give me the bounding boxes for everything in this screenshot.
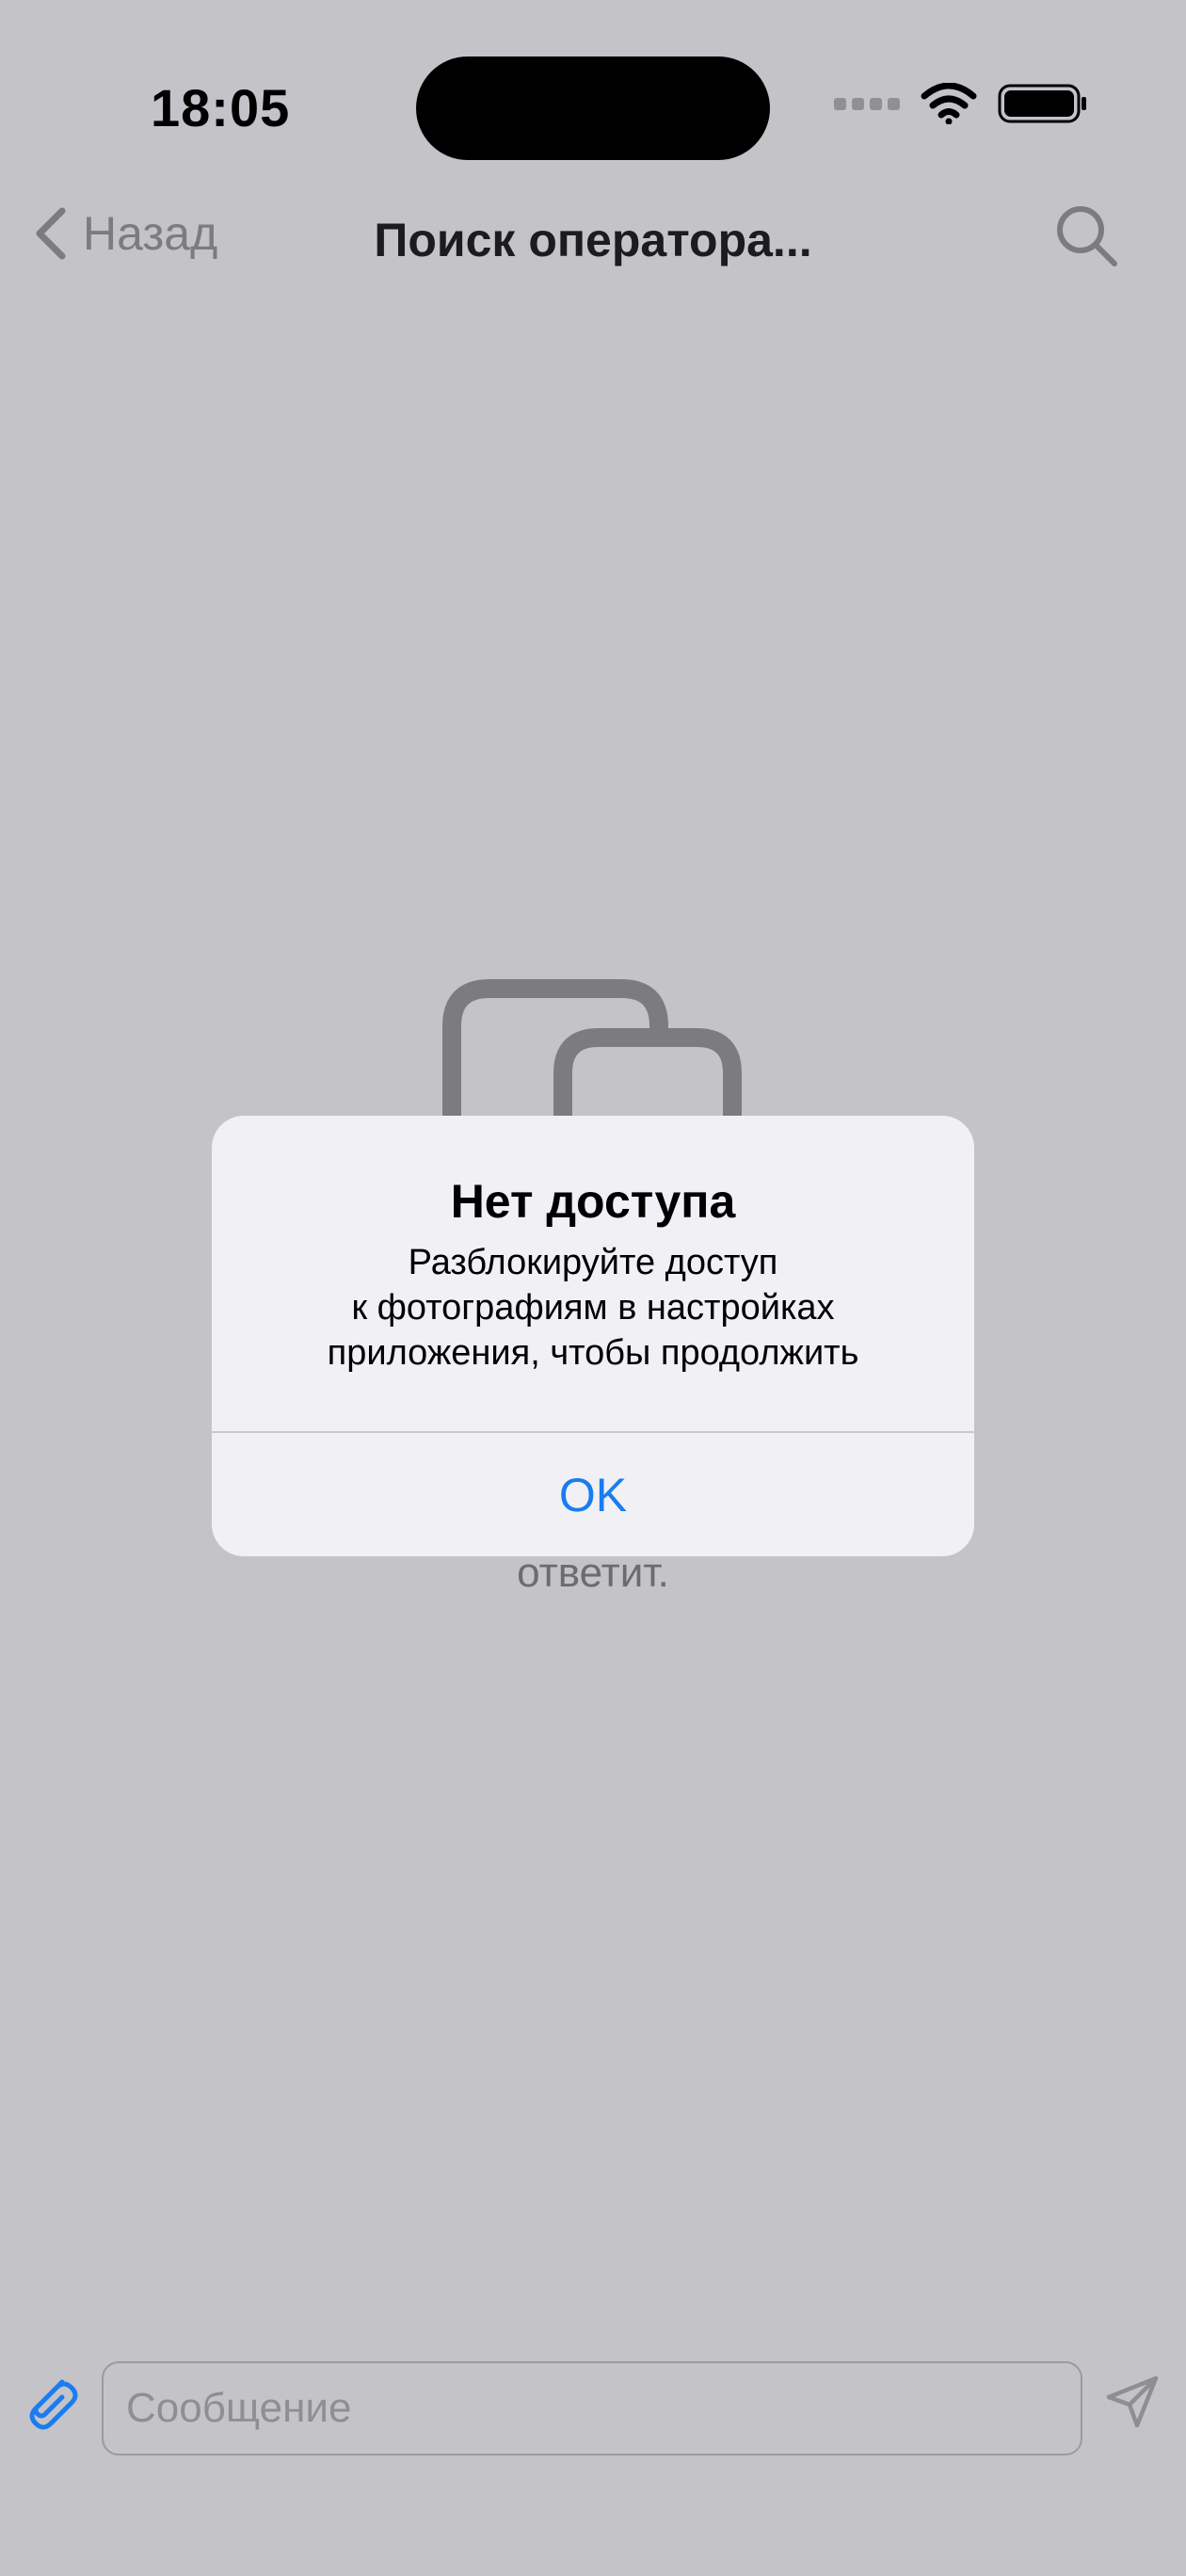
message-input[interactable] (102, 2361, 1082, 2455)
ok-button[interactable]: OK (212, 1433, 974, 1556)
alert-dialog: Нет доступа Разблокируйте доступ к фотог… (212, 1116, 974, 1556)
page-title: Поиск оператора... (374, 214, 812, 266)
empty-state-text: ответит. (517, 1550, 669, 1596)
search-button[interactable] (1052, 201, 1120, 274)
cellular-signal-icon (834, 97, 900, 110)
chat-screen: 18:05 Назад Поиск оператора... ответит. … (0, 0, 1186, 2576)
alert-message: Разблокируйте доступ к фотографиям в нас… (327, 1243, 859, 1373)
dynamic-island (416, 56, 770, 160)
paperclip-icon (29, 2379, 78, 2430)
status-time: 18:05 (151, 78, 291, 137)
alert-title: Нет доступа (450, 1175, 736, 1228)
wifi-icon (921, 83, 977, 124)
battery-icon (998, 84, 1086, 123)
send-button[interactable] (1103, 2373, 1162, 2436)
attach-button[interactable] (21, 2369, 81, 2441)
send-icon (1106, 2375, 1159, 2428)
search-icon (1057, 206, 1117, 266)
status-icons (834, 83, 1088, 124)
